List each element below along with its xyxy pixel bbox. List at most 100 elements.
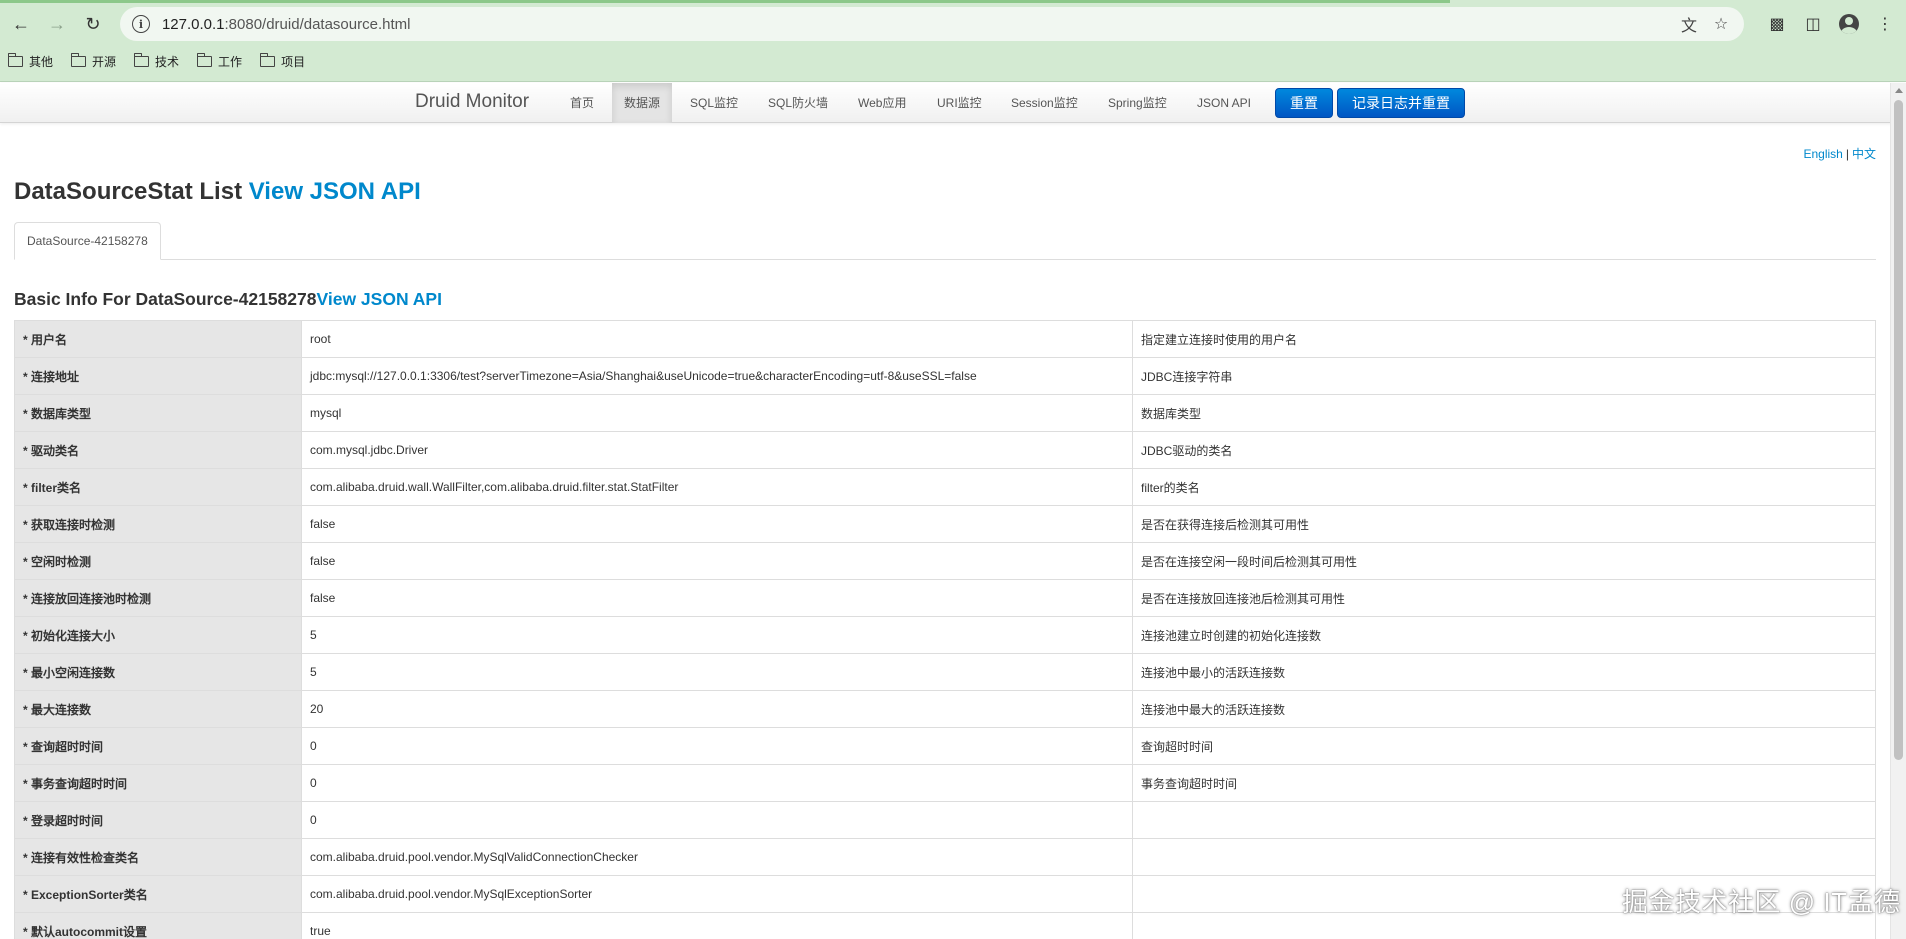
scroll-up-icon[interactable] xyxy=(1895,88,1903,93)
bookmark-folder[interactable]: 其他 xyxy=(7,52,54,70)
bookmark-folder[interactable]: 项目 xyxy=(259,52,305,70)
row-description: 查询超时时间 xyxy=(1132,727,1876,765)
row-key: * 默认autocommit设置 xyxy=(14,912,302,939)
row-value: mysql xyxy=(301,394,1133,432)
watermark: 掘金技术社区 @ IT孟德 xyxy=(1622,887,1901,917)
bookmark-star-icon[interactable]: ☆ xyxy=(1710,13,1732,35)
row-value: com.mysql.jdbc.Driver xyxy=(301,431,1133,469)
scrollbar[interactable] xyxy=(1890,83,1906,939)
row-key: * 驱动类名 xyxy=(14,431,302,469)
section-json-api-link[interactable]: View JSON API xyxy=(317,289,442,309)
nav-home[interactable]: 首页 xyxy=(558,83,606,123)
browser-toolbar: ← → ↻ i 127.0.0.1:8080/druid/datasource.… xyxy=(0,6,1906,42)
table-row: * 默认autocommit设置 true xyxy=(14,912,1876,939)
nav-web-app[interactable]: Web应用 xyxy=(846,83,918,123)
side-panel-icon[interactable]: ◫ xyxy=(1798,9,1828,39)
lang-english-link[interactable]: English xyxy=(1804,147,1843,161)
page-title: DataSourceStat List View JSON API xyxy=(14,178,421,206)
row-description: JDBC驱动的类名 xyxy=(1132,431,1876,469)
table-row: * filter类名 com.alibaba.druid.wall.WallFil… xyxy=(14,468,1876,506)
menu-kebab-icon[interactable]: ⋮ xyxy=(1870,9,1900,39)
row-value: root xyxy=(301,320,1133,358)
bookmark-folder[interactable]: 开源 xyxy=(70,52,117,70)
row-value: 20 xyxy=(301,690,1133,728)
nav-session-monitor[interactable]: Session监控 xyxy=(999,83,1090,123)
row-value: jdbc:mysql://127.0.0.1:3306/test?serverT… xyxy=(301,357,1133,395)
row-key: * 事务查询超时时间 xyxy=(14,764,302,802)
bookmarks-bar: 其他 开源 技术 工作 项目 xyxy=(7,50,323,72)
translate-icon[interactable]: 文 xyxy=(1678,13,1700,35)
view-json-api-link[interactable]: View JSON API xyxy=(249,178,421,205)
table-row: * 最大连接数 20 连接池中最大的活跃连接数 xyxy=(14,690,1876,728)
druid-navbar: Druid Monitor 首页 数据源 SQL监控 SQL防火墙 Web应用 … xyxy=(0,83,1906,123)
bookmark-label: 技术 xyxy=(155,54,180,69)
row-value: true xyxy=(301,912,1133,939)
folder-icon xyxy=(196,52,213,67)
bookmark-label: 其他 xyxy=(29,54,54,69)
row-key: * 数据库类型 xyxy=(14,394,302,432)
page-title-text: DataSourceStat List xyxy=(14,178,243,205)
table-row: * 数据库类型 mysql 数据库类型 xyxy=(14,394,1876,432)
table-row: * 连接地址 jdbc:mysql://127.0.0.1:3306/test?s… xyxy=(14,357,1876,395)
bookmark-folder[interactable]: 工作 xyxy=(196,52,242,70)
table-row: * 驱动类名 com.mysql.jdbc.Driver JDBC驱动的类名 xyxy=(14,431,1876,469)
nav-json-api[interactable]: JSON API xyxy=(1185,83,1263,123)
lang-chinese-link[interactable]: 中文 xyxy=(1852,147,1876,161)
reset-button[interactable]: 重置 xyxy=(1275,88,1333,118)
section-title: Basic Info For DataSource-42158278View J… xyxy=(14,289,442,310)
extensions-icon[interactable]: ▩ xyxy=(1762,9,1792,39)
row-key: * 连接地址 xyxy=(14,357,302,395)
scroll-thumb[interactable] xyxy=(1894,100,1903,760)
row-key: * 初始化连接大小 xyxy=(14,616,302,654)
nav-datasource[interactable]: 数据源 xyxy=(612,83,673,123)
table-row: * ExceptionSorter类名 com.alibaba.druid.poo… xyxy=(14,875,1876,913)
row-key: * 连接放回连接池时检测 xyxy=(14,579,302,617)
row-key: * 连接有效性检查类名 xyxy=(14,838,302,876)
bookmark-folder[interactable]: 技术 xyxy=(133,52,180,70)
row-value: 0 xyxy=(301,764,1133,802)
row-key: * ExceptionSorter类名 xyxy=(14,875,302,913)
lang-separator: | xyxy=(1845,147,1849,161)
page-load-progress xyxy=(0,0,1450,3)
nav-spring-monitor[interactable]: Spring监控 xyxy=(1096,83,1179,123)
table-row: * 查询超时时间 0 查询超时时间 xyxy=(14,727,1876,765)
row-value: false xyxy=(301,505,1133,543)
row-description: 连接池中最大的活跃连接数 xyxy=(1132,690,1876,728)
row-description: filter的类名 xyxy=(1132,468,1876,506)
row-description xyxy=(1132,801,1876,839)
row-key: * 空闲时检测 xyxy=(14,542,302,580)
profile-avatar[interactable] xyxy=(1834,9,1864,39)
bookmark-label: 开源 xyxy=(92,54,117,69)
nav-sql-monitor[interactable]: SQL监控 xyxy=(678,83,750,123)
table-row: * 最小空闲连接数 5 连接池中最小的活跃连接数 xyxy=(14,653,1876,691)
forward-icon[interactable]: → xyxy=(42,9,72,39)
avatar xyxy=(1839,14,1859,34)
log-and-reset-button[interactable]: 记录日志并重置 xyxy=(1337,88,1465,118)
row-value: 5 xyxy=(301,653,1133,691)
datasource-tabs: DataSource-42158278 xyxy=(14,222,1876,260)
site-info-icon[interactable]: i xyxy=(131,15,150,33)
row-key: * 登录超时时间 xyxy=(14,801,302,839)
row-value: 5 xyxy=(301,616,1133,654)
url-text[interactable]: 127.0.0.1:8080/druid/datasource.html xyxy=(162,16,1668,33)
row-key: * 最大连接数 xyxy=(14,690,302,728)
tab-datasource[interactable]: DataSource-42158278 xyxy=(14,222,161,260)
row-description: 数据库类型 xyxy=(1132,394,1876,432)
row-value: false xyxy=(301,579,1133,617)
nav-sql-firewall[interactable]: SQL防火墙 xyxy=(756,83,840,123)
back-icon[interactable]: ← xyxy=(6,9,36,39)
row-value: false xyxy=(301,542,1133,580)
row-description: JDBC连接字符串 xyxy=(1132,357,1876,395)
brand-logo[interactable]: Druid Monitor xyxy=(415,91,529,113)
row-key: * filter类名 xyxy=(14,468,302,506)
table-row: * 获取连接时检测 false 是否在获得连接后检测其可用性 xyxy=(14,505,1876,543)
folder-icon xyxy=(259,52,276,67)
row-description: 是否在连接放回连接池后检测其可用性 xyxy=(1132,579,1876,617)
row-key: * 查询超时时间 xyxy=(14,727,302,765)
reload-icon[interactable]: ↻ xyxy=(78,9,108,39)
folder-icon xyxy=(7,52,23,67)
row-description: 是否在连接空闲一段时间后检测其可用性 xyxy=(1132,542,1876,580)
nav-uri-monitor[interactable]: URI监控 xyxy=(925,83,994,123)
table-row: * 登录超时时间 0 xyxy=(14,801,1876,839)
address-bar[interactable]: i 127.0.0.1:8080/druid/datasource.html 文… xyxy=(119,7,1744,41)
